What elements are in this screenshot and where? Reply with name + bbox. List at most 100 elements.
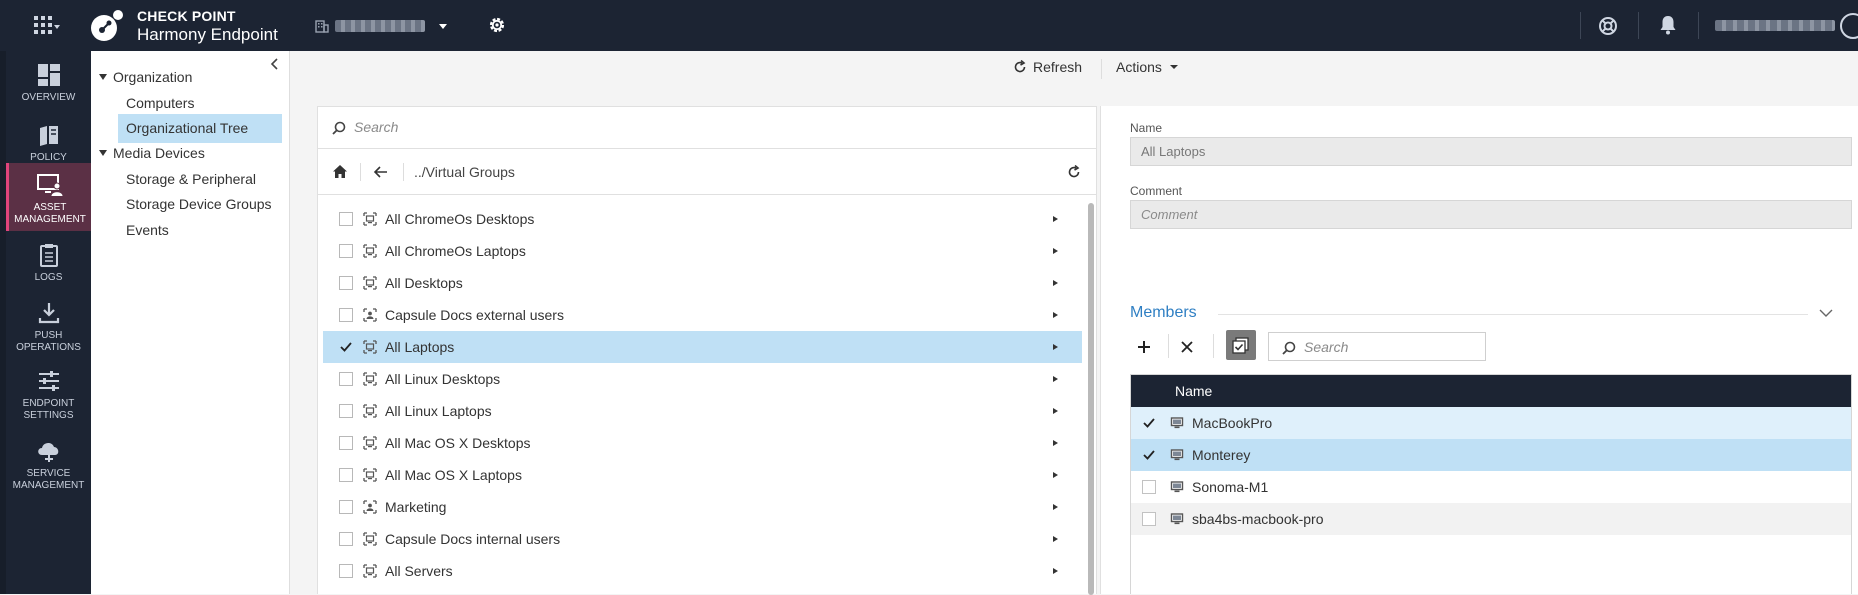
column-header-name[interactable]: Name [1131, 375, 1851, 407]
gear-icon[interactable] [487, 15, 507, 35]
caret-right-icon[interactable] [1053, 216, 1058, 222]
show-selected-toggle[interactable] [1226, 330, 1256, 360]
nav-label: MANAGEMENT [12, 480, 85, 491]
checkbox[interactable] [339, 500, 353, 514]
tree-item-events[interactable]: Events [118, 216, 282, 245]
refresh-button[interactable]: Refresh [1013, 59, 1082, 75]
checkbox[interactable] [339, 244, 353, 258]
tree-group-media-devices[interactable]: Media Devices [99, 145, 205, 161]
list-item-label: Capsule Docs internal users [385, 531, 561, 547]
nav-logs[interactable]: LOGS [6, 243, 91, 301]
caret-right-icon[interactable] [1053, 440, 1058, 446]
caret-right-icon[interactable] [1053, 344, 1058, 350]
members-rows: MacBookPro Monterey Sonoma-M1 sba4bs-macboo… [1131, 407, 1851, 535]
list-item[interactable]: Capsule Docs external users [323, 299, 1082, 331]
checkbox-checked[interactable] [1142, 448, 1156, 462]
chevron-down-icon[interactable] [1819, 309, 1833, 318]
tree-group-label: Organization [113, 69, 193, 85]
checkbox[interactable] [339, 564, 353, 578]
scrollbar[interactable] [1088, 203, 1094, 595]
divider [1698, 12, 1699, 39]
members-search-input[interactable]: Search [1268, 332, 1486, 361]
checkbox[interactable] [339, 372, 353, 386]
checkbox[interactable] [339, 308, 353, 322]
tree-item-storage-device-groups[interactable]: Storage Device Groups [118, 190, 282, 219]
table-row[interactable]: Sonoma-M1 [1131, 471, 1851, 503]
member-name: MacBookPro [1192, 415, 1273, 431]
search-input[interactable]: Search [354, 119, 398, 135]
chevron-down-icon [439, 23, 447, 29]
caret-down-icon [99, 74, 107, 80]
nav-asset-management[interactable]: ASSET MANAGEMENT [6, 163, 91, 231]
brand-name: CHECK POINT [137, 8, 236, 24]
user-name-redacted[interactable] [1715, 20, 1835, 31]
nav-push-operations[interactable]: PUSH OPERATIONS [6, 301, 91, 363]
member-name: Monterey [1192, 447, 1251, 463]
checkbox[interactable] [339, 436, 353, 450]
checkbox[interactable] [1142, 512, 1156, 526]
name-field[interactable]: All Laptops [1130, 137, 1852, 166]
checkbox-checked[interactable] [339, 340, 353, 354]
close-icon[interactable] [1181, 341, 1193, 353]
list-item[interactable]: Marketing [323, 491, 1082, 523]
home-icon[interactable] [332, 164, 348, 179]
caret-right-icon[interactable] [1053, 376, 1058, 382]
caret-right-icon[interactable] [1053, 280, 1058, 286]
list-item[interactable]: All Mac OS X Laptops [323, 459, 1082, 491]
checkbox-checked[interactable] [1142, 416, 1156, 430]
bell-icon[interactable] [1658, 14, 1678, 36]
policy-book-icon [39, 126, 58, 146]
list-item[interactable]: All Mac OS X Desktops [323, 427, 1082, 459]
tree-item-organizational-tree[interactable]: Organizational Tree [118, 114, 282, 143]
refresh-icon [1014, 60, 1026, 73]
virtual-group-icon [363, 372, 377, 386]
list-item-label: All Linux Desktops [385, 371, 501, 387]
plus-icon[interactable] [1137, 340, 1151, 354]
breadcrumb-path[interactable]: ../Virtual Groups [414, 164, 515, 180]
list-item[interactable]: All Servers [323, 555, 1082, 587]
search-bar[interactable]: Search [318, 107, 1096, 149]
nav-endpoint-settings[interactable]: ENDPOINT SETTINGS [6, 369, 91, 431]
tenant-selector[interactable] [315, 16, 447, 36]
nav-overview[interactable]: OVERVIEW [6, 63, 91, 121]
avatar[interactable] [1840, 13, 1858, 39]
arrow-left-icon[interactable] [373, 165, 389, 179]
caret-right-icon[interactable] [1053, 568, 1058, 574]
list-item[interactable]: All ChromeOs Laptops [323, 235, 1082, 267]
comment-field[interactable]: Comment [1130, 200, 1852, 229]
list-item[interactable]: All Laptops [323, 331, 1082, 363]
chevron-left-icon[interactable] [269, 57, 281, 71]
list-item[interactable]: All Desktops [323, 267, 1082, 299]
members-section-title[interactable]: Members [1130, 304, 1197, 322]
refresh-icon[interactable] [1067, 165, 1081, 179]
caret-right-icon[interactable] [1053, 472, 1058, 478]
actions-dropdown[interactable]: Actions [1116, 59, 1178, 75]
list-item[interactable]: All Linux Laptops [323, 395, 1082, 427]
nav-service-management[interactable]: SERVICE MANAGEMENT [6, 439, 91, 501]
list-item[interactable]: All Linux Desktops [323, 363, 1082, 395]
list-item-label: All Mac OS X Desktops [385, 435, 531, 451]
table-row[interactable]: Monterey [1131, 439, 1851, 471]
table-row[interactable]: MacBookPro [1131, 407, 1851, 439]
checkbox[interactable] [1142, 480, 1156, 494]
list-item[interactable]: Capsule Docs internal users [323, 523, 1082, 555]
main-navigation: OVERVIEW POLICY ASSET MANAGEMENT LOGS PU… [0, 51, 91, 594]
checkbox[interactable] [339, 212, 353, 226]
caret-right-icon[interactable] [1053, 248, 1058, 254]
caret-right-icon[interactable] [1053, 312, 1058, 318]
checkbox[interactable] [339, 404, 353, 418]
caret-down-icon [99, 150, 107, 156]
caret-right-icon[interactable] [1053, 408, 1058, 414]
caret-right-icon[interactable] [1053, 536, 1058, 542]
table-row[interactable]: sba4bs-macbook-pro [1131, 503, 1851, 535]
comment-label: Comment [1130, 184, 1183, 198]
refresh-label: Refresh [1033, 59, 1083, 75]
checkbox[interactable] [339, 532, 353, 546]
app-launcher-icon[interactable] [34, 14, 60, 38]
checkbox[interactable] [339, 276, 353, 290]
tree-group-organization[interactable]: Organization [99, 69, 192, 85]
list-item[interactable]: All ChromeOs Desktops [323, 203, 1082, 235]
caret-right-icon[interactable] [1053, 504, 1058, 510]
help-lifebuoy-icon[interactable] [1597, 15, 1619, 37]
checkbox[interactable] [339, 468, 353, 482]
